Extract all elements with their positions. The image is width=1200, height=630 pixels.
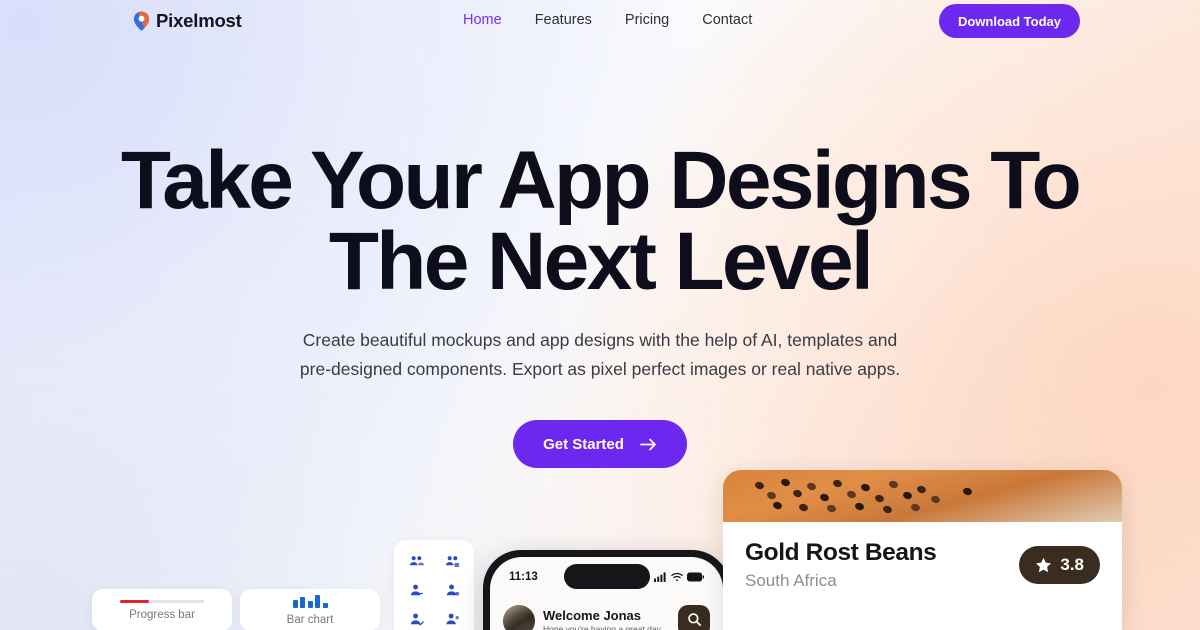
star-icon (1035, 557, 1052, 574)
users-settings-icon[interactable] (436, 554, 468, 569)
user-group-icon[interactable] (436, 612, 468, 627)
user-check-icon[interactable] (400, 612, 432, 627)
showcase-row: Progress bar Bar chart 11:13 Welcome Jon… (0, 470, 1200, 630)
product-origin: South Africa (745, 571, 837, 590)
search-icon (687, 612, 702, 630)
phone-status-bar: 11:13 (490, 568, 723, 585)
rating-value: 3.8 (1060, 555, 1084, 574)
location-pin-icon (133, 11, 150, 31)
wifi-icon (671, 572, 683, 582)
component-card-column-right: Bar chart (240, 589, 380, 630)
product-title-row: Gold Rost Beans South Africa 3.8 (745, 539, 1100, 591)
product-title: Gold Rost Beans (745, 539, 937, 566)
phone-greeting: Welcome Jonas Hope you're having a great… (543, 608, 670, 630)
download-today-button[interactable]: Download Today (938, 4, 1080, 38)
progress-bar-preview (120, 599, 204, 603)
nav-link-pricing[interactable]: Pricing (625, 12, 669, 28)
product-card[interactable]: Gold Rost Beans South Africa 3.8 (723, 470, 1122, 630)
rating-badge: 3.8 (1019, 546, 1100, 584)
page-title: Take Your App Designs To The Next Level (0, 140, 1200, 308)
user-remove-icon[interactable] (436, 583, 468, 598)
product-details: Gold Rost Beans South Africa 3.8 (723, 522, 1122, 591)
greeting-subtitle: Hope you're having a great day (543, 624, 661, 630)
product-image (723, 470, 1122, 522)
users-add-icon[interactable] (400, 554, 432, 569)
icon-library-panel[interactable] (394, 540, 474, 630)
hero-section: Take Your App Designs To The Next Level … (0, 140, 1200, 469)
nav-link-features[interactable]: Features (535, 12, 592, 28)
phone-app-header: Welcome Jonas Hope you're having a great… (490, 601, 723, 630)
component-card-column-left: Progress bar (92, 589, 232, 630)
nav-link-contact[interactable]: Contact (702, 12, 752, 28)
status-icons (654, 571, 704, 582)
nav-link-home[interactable]: Home (463, 12, 502, 28)
greeting-title: Welcome Jonas (543, 608, 642, 623)
landing-page: Pixelmost Home Features Pricing Contact … (0, 0, 1200, 630)
status-time: 11:13 (509, 570, 538, 583)
headline-line-1: Take Your App Designs To (120, 135, 1082, 226)
avatar (503, 605, 535, 630)
component-card-bar-chart[interactable]: Bar chart (240, 589, 380, 630)
brand-name: Pixelmost (156, 10, 242, 31)
hero-subtext-line-2: pre-designed components. Export as pixel… (299, 358, 901, 379)
get-started-label: Get Started (543, 435, 624, 453)
top-navigation-bar: Pixelmost Home Features Pricing Contact … (0, 0, 1200, 42)
phone-search-button[interactable] (678, 605, 710, 630)
brand-logo[interactable]: Pixelmost (133, 10, 242, 32)
user-add-icon[interactable] (400, 583, 432, 598)
component-card-progress-bar[interactable]: Progress bar (92, 589, 232, 630)
phone-screen: 11:13 Welcome Jonas Hope you're having a… (490, 557, 723, 630)
signal-icon (654, 571, 667, 582)
bar-chart-preview (292, 594, 328, 608)
get-started-button[interactable]: Get Started (513, 420, 687, 469)
battery-icon (687, 572, 704, 582)
nav-links: Home Features Pricing Contact (463, 12, 752, 28)
component-card-label: Progress bar (129, 608, 195, 621)
arrow-right-icon (640, 438, 657, 451)
phone-mockup: 11:13 Welcome Jonas Hope you're having a… (483, 550, 730, 630)
headline-line-2: The Next Level (328, 216, 874, 308)
hero-subtext-line-1: Create beautiful mockups and app designs… (302, 330, 898, 351)
hero-subtext: Create beautiful mockups and app designs… (0, 326, 1200, 383)
component-card-label: Bar chart (286, 613, 334, 626)
